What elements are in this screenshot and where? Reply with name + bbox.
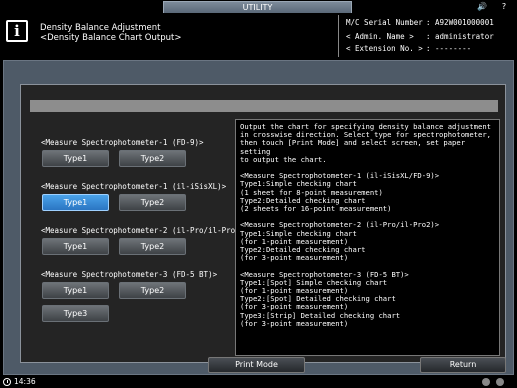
clock-icon xyxy=(3,378,11,386)
help-icon[interactable]: ? xyxy=(496,2,512,12)
fd5bt-type3-button[interactable]: Type3 xyxy=(42,305,109,322)
return-button[interactable]: Return xyxy=(420,357,506,373)
section-ilpro-label: <Measure Spectrophotometer-2 (il-Pro/il-… xyxy=(41,226,249,235)
admin-value: : administrator xyxy=(426,32,494,41)
panel-header-bar xyxy=(30,100,498,112)
clock-time: 14:36 xyxy=(14,377,36,386)
top-bar: UTILITY 🔊 ? xyxy=(0,0,517,13)
speaker-icon[interactable]: 🔊 xyxy=(474,2,490,12)
fd5bt-type1-button[interactable]: Type1 xyxy=(42,282,109,299)
fd9-type1-button[interactable]: Type1 xyxy=(42,150,109,167)
description-text: Output the chart for specifying density … xyxy=(235,119,500,356)
main-frame: <Measure Spectrophotometer-1 (FD-9)> Typ… xyxy=(3,60,514,375)
info-icon: i xyxy=(6,20,28,42)
admin-label: < Admin. Name > xyxy=(346,32,414,41)
serial-value: : A92W001000001 xyxy=(426,18,494,27)
print-mode-button[interactable]: Print Mode xyxy=(208,357,305,373)
status-bar: 14:36 xyxy=(0,376,517,388)
content-panel: <Measure Spectrophotometer-1 (FD-9)> Typ… xyxy=(20,84,506,363)
page-subtitle: <Density Balance Chart Output> xyxy=(40,33,182,43)
fd5bt-type2-button[interactable]: Type2 xyxy=(119,282,186,299)
utility-tab[interactable]: UTILITY xyxy=(163,1,352,13)
page-title: Density Balance Adjustment xyxy=(40,23,161,33)
extension-label: < Extension No. > xyxy=(346,44,423,53)
header: i Density Balance Adjustment <Density Ba… xyxy=(0,13,517,58)
admin-row: < Admin. Name > : administrator xyxy=(346,32,494,41)
isisxl-type2-button[interactable]: Type2 xyxy=(119,194,186,211)
header-divider xyxy=(338,15,339,57)
serial-row: M/C Serial Number : A92W001000001 xyxy=(346,18,494,27)
isisxl-type1-button[interactable]: Type1 xyxy=(42,194,109,211)
section-fd9-label: <Measure Spectrophotometer-1 (FD-9)> xyxy=(41,138,204,147)
section-isisxl-label: <Measure Spectrophotometer-1 (il-iSisXL)… xyxy=(41,182,227,191)
status-indicator-icon xyxy=(496,378,504,386)
ilpro-type1-button[interactable]: Type1 xyxy=(42,238,109,255)
extension-value: : -------- xyxy=(426,44,472,53)
status-indicator-icon xyxy=(482,378,490,386)
serial-label: M/C Serial Number xyxy=(346,18,423,27)
fd9-type2-button[interactable]: Type2 xyxy=(119,150,186,167)
extension-row: < Extension No. > : -------- xyxy=(346,44,471,53)
ilpro-type2-button[interactable]: Type2 xyxy=(119,238,186,255)
section-fd5bt-label: <Measure Spectrophotometer-3 (FD-5 BT)> xyxy=(41,270,218,279)
